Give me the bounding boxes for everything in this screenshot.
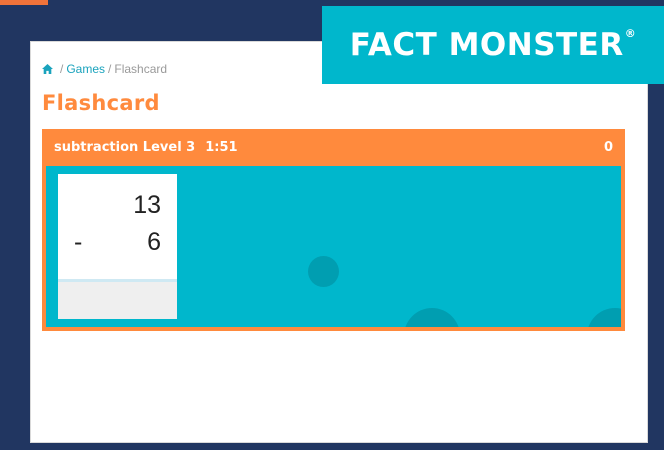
breadcrumb-separator: /: [108, 62, 112, 76]
content-card: / Games / Flashcard Flashcard subtractio…: [30, 41, 648, 443]
corner-tab: [0, 0, 48, 5]
game-title: subtraction Level 3: [54, 140, 196, 155]
game-score: 0: [603, 140, 613, 155]
logo-text: FACT MONSTER®: [349, 27, 637, 63]
game-timer: 1:51: [205, 140, 238, 155]
decor-bubble: [308, 256, 339, 287]
home-icon[interactable]: [42, 64, 53, 74]
flashcard-top-number: 13: [133, 191, 161, 219]
game-header: subtraction Level 3 1:51 0: [42, 129, 625, 166]
answer-input[interactable]: [58, 279, 177, 319]
breadcrumb-games-link[interactable]: Games: [66, 62, 105, 76]
game-area: 13 - 6: [46, 166, 621, 327]
flashcard-bottom-number: 6: [147, 228, 161, 256]
flashcard: 13 - 6: [58, 174, 177, 319]
decor-bubble: [404, 308, 460, 327]
page-title: Flashcard: [42, 91, 160, 115]
fact-monster-logo[interactable]: FACT MONSTER®: [322, 6, 664, 84]
decor-bubble: [587, 308, 621, 327]
flashcard-game: subtraction Level 3 1:51 0 13 - 6: [42, 129, 625, 331]
flashcard-operator: -: [74, 228, 83, 256]
breadcrumb-current: Flashcard: [114, 62, 168, 76]
game-info: subtraction Level 3 1:51: [54, 140, 238, 155]
breadcrumb: / Games / Flashcard: [42, 62, 167, 76]
breadcrumb-separator: /: [60, 62, 64, 76]
